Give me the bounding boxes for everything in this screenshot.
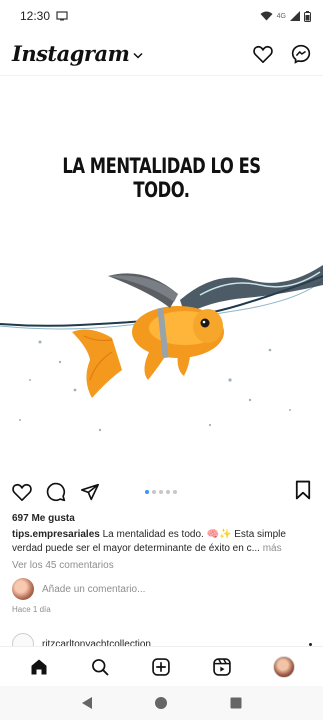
bookmark-icon[interactable] — [295, 480, 311, 500]
carousel-dot — [173, 490, 177, 494]
comment-icon[interactable] — [46, 482, 66, 502]
screen-cast-icon — [56, 11, 68, 21]
header-actions — [253, 44, 311, 64]
reels-icon[interactable] — [212, 657, 232, 677]
post-timestamp: Hace 1 día — [12, 605, 51, 614]
create-icon[interactable] — [151, 657, 171, 677]
home-icon[interactable] — [29, 657, 49, 677]
post-caption: tips.empresariales La mentalidad es todo… — [12, 528, 316, 556]
status-icons: 4G — [260, 10, 311, 22]
post-actions — [0, 478, 323, 506]
network-type-label: 4G — [276, 12, 286, 20]
profile-avatar[interactable] — [272, 655, 295, 678]
system-nav-bar — [0, 686, 323, 720]
goldfish-shark-fin-illustration — [0, 265, 323, 432]
status-time: 12:30 — [20, 9, 51, 23]
caption-username[interactable]: tips.empresariales — [12, 529, 100, 540]
post-image[interactable]: LA MENTALIDAD LO ES TODO. — [0, 80, 323, 473]
signal-icon — [290, 11, 300, 21]
search-icon[interactable] — [90, 657, 110, 677]
carousel-dot-active — [145, 490, 149, 494]
wifi-icon — [260, 11, 273, 21]
view-comments-link[interactable]: Ver los 45 comentarios — [12, 560, 114, 571]
carousel-indicator — [145, 490, 177, 494]
recents-icon[interactable] — [230, 697, 242, 709]
messenger-icon[interactable] — [291, 44, 311, 64]
heart-icon[interactable] — [12, 483, 32, 501]
app-header: Instagram — [0, 32, 323, 76]
carousel-dot — [159, 490, 163, 494]
add-comment-row[interactable]: Añade un comentario... — [12, 578, 145, 600]
carousel-dot — [166, 490, 170, 494]
avatar — [12, 578, 34, 600]
feed-switcher[interactable]: Instagram — [12, 41, 143, 66]
carousel-dot — [152, 490, 156, 494]
back-icon[interactable] — [81, 696, 93, 710]
chevron-down-icon — [133, 52, 143, 59]
post-actions-left — [12, 482, 100, 502]
likes-count[interactable]: 697 Me gusta — [12, 513, 75, 524]
share-icon[interactable] — [80, 483, 100, 501]
bottom-nav — [0, 646, 323, 686]
home-circle-icon[interactable] — [154, 696, 168, 710]
post-actions-right — [295, 480, 311, 505]
add-comment-placeholder[interactable]: Añade un comentario... — [42, 584, 145, 595]
caption-more-link[interactable]: más — [263, 543, 282, 554]
heart-icon[interactable] — [253, 45, 273, 63]
status-bar: 12:30 4G — [0, 0, 323, 32]
battery-icon — [304, 10, 311, 22]
instagram-logo: Instagram — [12, 41, 130, 66]
